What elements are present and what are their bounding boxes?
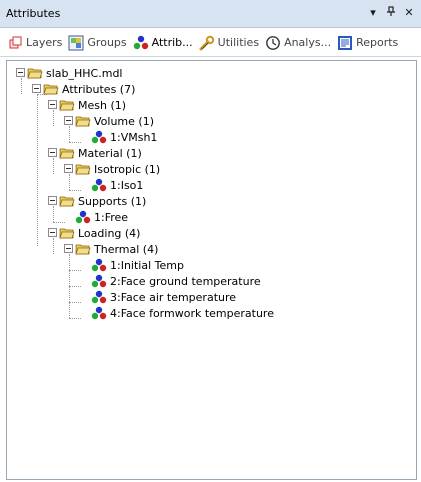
folder-open-icon <box>27 68 43 79</box>
tree-connector <box>69 286 81 287</box>
tree-node-label: 1:Free <box>94 210 129 224</box>
tree-connector <box>69 190 81 191</box>
tab-groups[interactable]: Groups <box>65 31 129 55</box>
attributes-icon <box>133 35 148 49</box>
tree-node-loading[interactable]: Loading (4) <box>59 225 140 241</box>
tab-label: Attrib... <box>151 36 193 49</box>
tree-node-label: 3:Face air temperature <box>110 290 237 304</box>
collapse-toggle[interactable] <box>48 228 57 237</box>
tree-node-isotropic[interactable]: Isotropic (1) <box>75 161 160 177</box>
tab-reports[interactable]: Reports <box>334 31 401 55</box>
folder-open-icon <box>59 228 75 239</box>
dropdown-icon[interactable]: ▾ <box>367 6 379 20</box>
tree-node-label: 1:Iso1 <box>110 178 144 192</box>
tree-node-volume[interactable]: Volume (1) <box>75 113 154 129</box>
tree-node-free[interactable]: 1:Free <box>75 209 128 225</box>
tab-analyses[interactable]: Analys... <box>262 31 334 55</box>
collapse-toggle[interactable] <box>16 68 25 77</box>
tree-node-label: Mesh (1) <box>78 98 127 112</box>
folder-open-icon <box>75 164 91 175</box>
folder-open-icon <box>59 100 75 111</box>
collapse-toggle[interactable] <box>48 148 57 157</box>
tree-node-label: 4:Face formwork temperature <box>110 306 274 320</box>
tree-node-thermal-3[interactable]: 3:Face air temperature <box>91 289 236 305</box>
clock-icon <box>266 35 280 50</box>
collapse-toggle[interactable] <box>48 100 57 109</box>
tree-connector <box>21 78 22 94</box>
tree-connector <box>37 94 38 246</box>
tab-layers[interactable]: Layers <box>6 31 65 55</box>
tree-node-label: 2:Face ground temperature <box>110 274 261 288</box>
attribute-icon <box>75 210 91 224</box>
folder-open-icon <box>59 148 75 159</box>
tree-node-label: Loading (4) <box>78 226 141 240</box>
tree-node-supports[interactable]: Supports (1) <box>59 193 146 209</box>
tab-label: Reports <box>356 36 399 49</box>
tree-node-mesh[interactable]: Mesh (1) <box>59 97 126 113</box>
tree-node-label: 1:VMsh1 <box>110 130 158 144</box>
tree-connector <box>69 318 81 319</box>
tree-node-label: Material (1) <box>78 146 142 160</box>
panel-title: Attributes <box>6 7 61 20</box>
attribute-icon <box>91 274 107 288</box>
tree-connector <box>53 238 54 254</box>
tree-node-thermal-1[interactable]: 1:Initial Temp <box>91 257 184 273</box>
tree-node-iso1[interactable]: 1:Iso1 <box>91 177 143 193</box>
attributes-tree-panel[interactable]: slab_HHC.mdl Attributes (7) Mesh (1) Vol… <box>6 60 417 480</box>
tree-connector <box>69 142 81 143</box>
folder-open-icon <box>75 244 91 255</box>
tab-label: Analys... <box>284 36 332 49</box>
tree-connector <box>53 110 54 126</box>
tree-connector <box>69 174 70 190</box>
collapse-toggle[interactable] <box>64 116 73 125</box>
tab-label: Groups <box>87 36 127 49</box>
layers-icon <box>9 36 22 48</box>
tree-connector <box>69 270 81 271</box>
tree-connector <box>53 206 54 222</box>
tree-connector <box>53 222 65 223</box>
tab-bar: Layers Groups Attrib... Utilities Analys… <box>0 29 421 57</box>
tree-node-label: Isotropic (1) <box>94 162 161 176</box>
tree-node-label: slab_HHC.mdl <box>46 66 123 80</box>
tree-node-thermal-4[interactable]: 4:Face formwork temperature <box>91 305 274 321</box>
folder-open-icon <box>75 116 91 127</box>
tree-node-label: 1:Initial Temp <box>110 258 184 272</box>
groups-icon <box>68 35 84 50</box>
folder-open-icon <box>59 196 75 207</box>
report-icon <box>338 35 353 50</box>
attribute-icon <box>91 290 107 304</box>
tree-node-attributes[interactable]: Attributes (7) <box>43 81 135 97</box>
collapse-toggle[interactable] <box>48 196 57 205</box>
tab-utilities[interactable]: Utilities <box>196 31 262 55</box>
tab-attributes[interactable]: Attrib... <box>130 31 196 55</box>
collapse-toggle[interactable] <box>64 244 73 253</box>
attribute-icon <box>91 306 107 320</box>
attributes-tree: slab_HHC.mdl Attributes (7) Mesh (1) Vol… <box>7 61 416 479</box>
close-icon[interactable]: ✕ <box>403 6 415 20</box>
tab-label: Utilities <box>217 36 260 49</box>
tree-node-root[interactable]: slab_HHC.mdl <box>27 65 122 81</box>
panel-titlebar: Attributes ▾ ✕ <box>0 0 421 28</box>
tree-node-thermal[interactable]: Thermal (4) <box>75 241 158 257</box>
tree-node-thermal-2[interactable]: 2:Face ground temperature <box>91 273 261 289</box>
folder-open-icon <box>43 84 59 95</box>
collapse-toggle[interactable] <box>32 84 41 93</box>
wrench-icon <box>199 35 214 50</box>
attribute-icon <box>91 130 107 144</box>
tree-connector <box>53 158 54 174</box>
attribute-icon <box>91 178 107 192</box>
tree-node-label: Thermal (4) <box>94 242 159 256</box>
tree-node-label: Attributes (7) <box>62 82 136 96</box>
tree-node-vmsh1[interactable]: 1:VMsh1 <box>91 129 157 145</box>
pin-icon[interactable] <box>385 6 397 20</box>
tree-node-label: Supports (1) <box>78 194 147 208</box>
tree-connector <box>69 302 81 303</box>
tree-node-material[interactable]: Material (1) <box>59 145 142 161</box>
attribute-icon <box>91 258 107 272</box>
tab-label: Layers <box>26 36 63 49</box>
collapse-toggle[interactable] <box>64 164 73 173</box>
tree-node-label: Volume (1) <box>94 114 154 128</box>
tree-connector <box>69 126 70 142</box>
